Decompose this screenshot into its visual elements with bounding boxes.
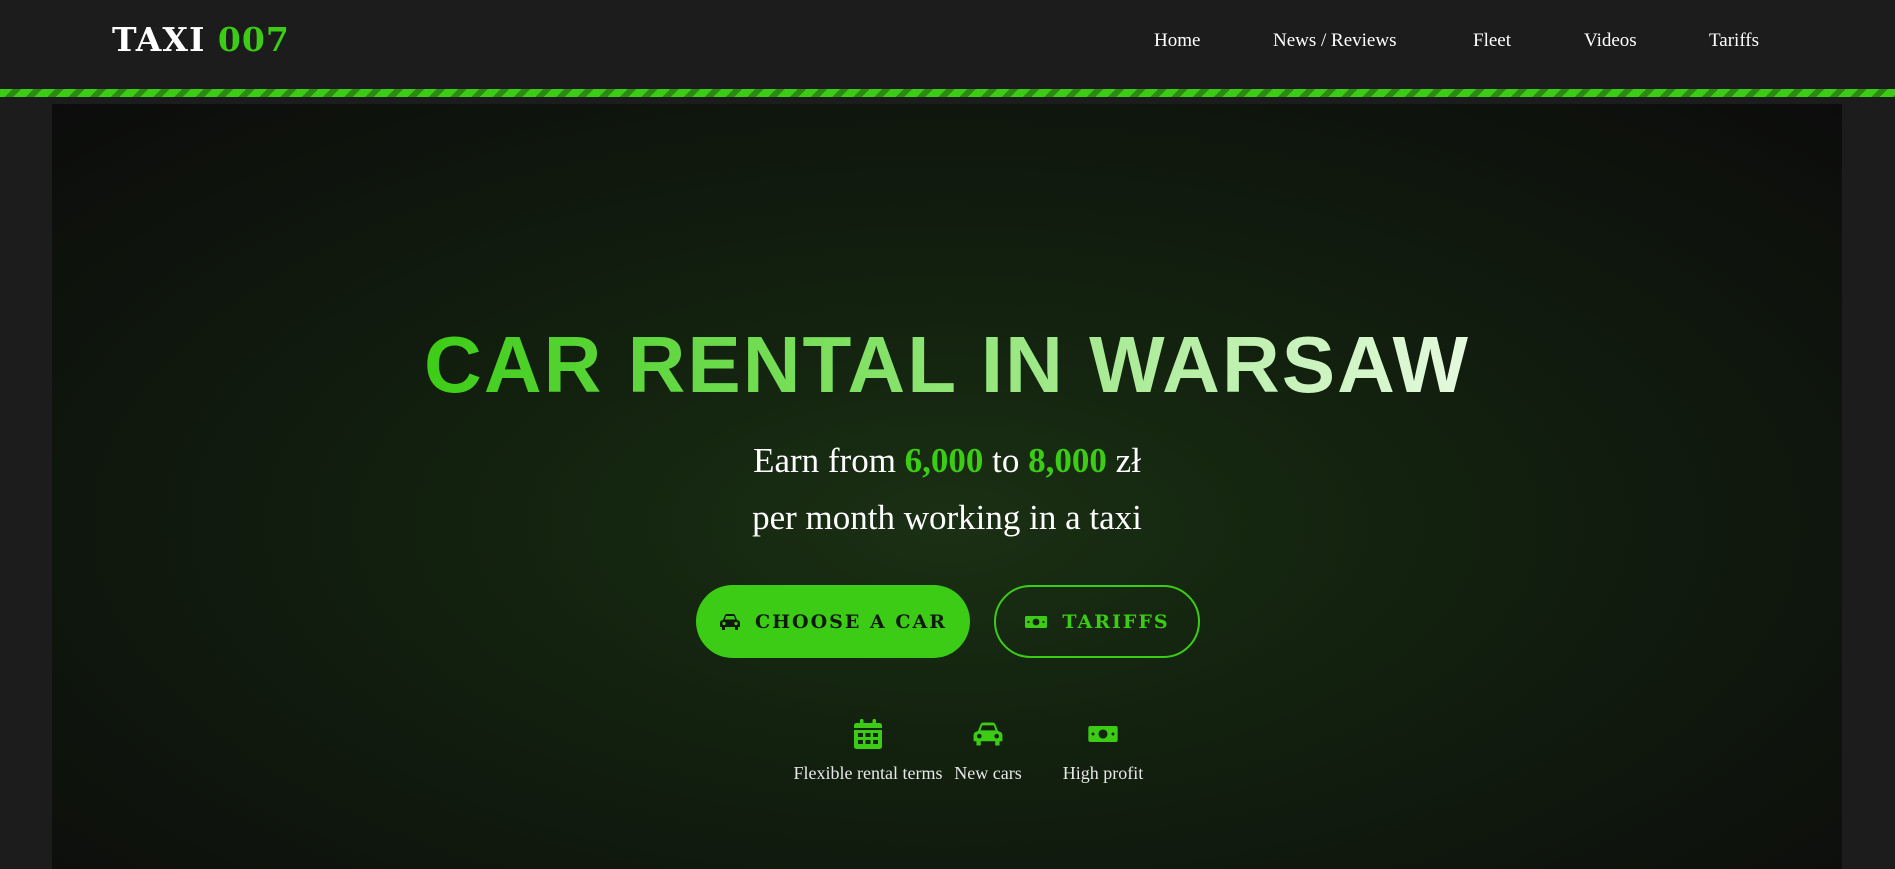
main-nav: Home News / Reviews Fleet Videos Tariffs bbox=[0, 30, 1895, 54]
tariffs-label: TARIFFS bbox=[1062, 610, 1170, 633]
nav-fleet[interactable]: Fleet bbox=[1473, 30, 1511, 52]
hero-earnings-line: Earn from 6,000 to 8,000 zł bbox=[52, 441, 1842, 481]
header-stripe-divider bbox=[0, 89, 1895, 97]
hero-title: CAR RENTAL IN WARSAW bbox=[417, 319, 1477, 411]
nav-videos[interactable]: Videos bbox=[1584, 30, 1637, 52]
earn-mid: to bbox=[992, 441, 1020, 480]
feature-new-cars: New cars bbox=[923, 717, 1053, 784]
earn-min-value: 6,000 bbox=[904, 441, 984, 480]
site-header: TAXI 007 Home News / Reviews Fleet Video… bbox=[0, 0, 1895, 89]
earn-currency: zł bbox=[1115, 441, 1141, 480]
car-icon bbox=[923, 717, 1053, 751]
tariffs-button[interactable]: TARIFFS bbox=[994, 585, 1200, 658]
nav-tariffs[interactable]: Tariffs bbox=[1709, 30, 1759, 52]
feature-label: High profit bbox=[1062, 763, 1144, 783]
hero-subtitle: per month working in a taxi bbox=[752, 498, 1142, 537]
feature-label: New cars bbox=[954, 763, 1022, 783]
car-icon bbox=[719, 613, 741, 631]
feature-high-profit: High profit bbox=[1038, 717, 1168, 784]
money-icon bbox=[1038, 717, 1168, 751]
nav-news-reviews[interactable]: News / Reviews bbox=[1273, 30, 1396, 52]
earn-max-value: 8,000 bbox=[1028, 441, 1107, 480]
earn-prefix: Earn from bbox=[753, 441, 896, 480]
hero-section: CAR RENTAL IN WARSAW Earn from 6,000 to … bbox=[52, 104, 1842, 869]
choose-car-button[interactable]: CHOOSE A CAR bbox=[696, 585, 970, 658]
money-icon bbox=[1024, 614, 1048, 630]
choose-car-label: CHOOSE A CAR bbox=[754, 610, 947, 633]
nav-home[interactable]: Home bbox=[1154, 30, 1200, 52]
